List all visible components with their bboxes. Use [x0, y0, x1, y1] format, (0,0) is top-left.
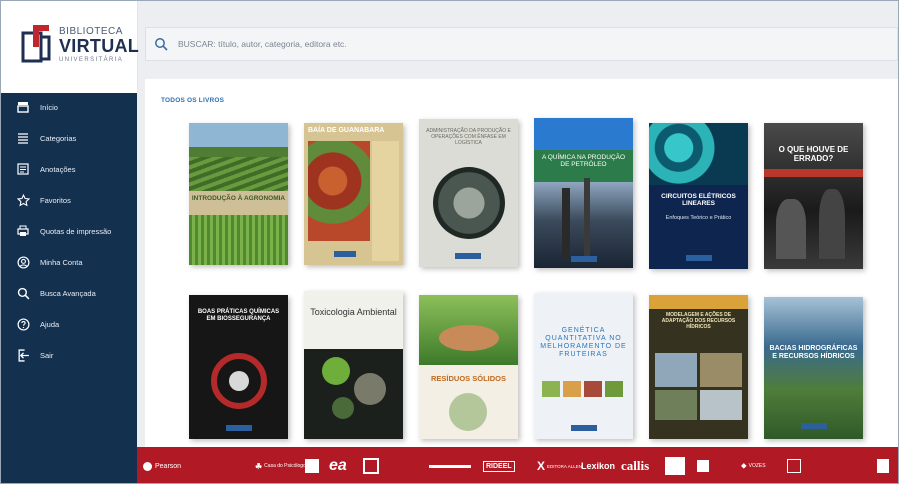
- logo-main-text: VIRTUAL: [59, 36, 140, 56]
- book-cover-1[interactable]: INTRODUÇÃO À AGRONOMIA: [189, 123, 288, 265]
- sidebar-item-quotas[interactable]: Quotas de impressão: [1, 217, 137, 245]
- publisher-name: VOZES: [748, 463, 766, 469]
- help-icon: [16, 317, 30, 331]
- book-cover-6[interactable]: O QUE HOUVE DE ERRADO?: [764, 123, 863, 269]
- notes-icon: [16, 162, 30, 176]
- book-title: RESÍDUOS SÓLIDOS: [430, 374, 506, 383]
- library-logo-icon: [21, 25, 51, 63]
- search-bar[interactable]: [145, 27, 898, 61]
- sidebar-item-label: Início: [40, 102, 58, 112]
- sidebar-item-categorias[interactable]: Categorias: [1, 124, 137, 152]
- publisher-logo[interactable]: callis: [621, 447, 650, 483]
- star-icon: [16, 193, 30, 207]
- list-icon: [16, 131, 30, 145]
- search-icon: [155, 38, 168, 51]
- sidebar-item-label: Busca Avançada: [40, 288, 96, 298]
- book-title: BAÍA DE GUANABARA: [308, 127, 385, 134]
- book-cover-12[interactable]: BACIAS HIDROGRÁFICAS E RECURSOS HÍDRICOS: [764, 297, 863, 439]
- sidebar-item-label: Categorias: [40, 133, 77, 143]
- publisher-name: RIDEEL: [483, 460, 515, 472]
- publisher-logo[interactable]: ea: [329, 447, 347, 483]
- publisher-logo[interactable]: X EDITORA ALLEN: [537, 447, 582, 483]
- book-title: BOAS PRÁTICAS QUÍMICAS EM BIOSSEGURANÇA: [197, 309, 280, 322]
- sidebar-item-inicio[interactable]: Início: [1, 93, 137, 121]
- logo-area[interactable]: BIBLIOTECA VIRTUAL UNIVERSITÁRIA: [1, 1, 140, 93]
- home-icon: [16, 100, 30, 114]
- sidebar-item-label: Sair: [40, 350, 54, 360]
- sidebar-item-anotacoes[interactable]: Anotações: [1, 155, 137, 183]
- publishers-footer: Pearson ☘ Casa do Psicólogo ea RIDEEL X …: [137, 447, 898, 483]
- publisher-logo[interactable]: [787, 447, 801, 483]
- sidebar-item-favoritos[interactable]: Favoritos: [1, 186, 137, 214]
- book-title: ADMINISTRAÇÃO DA PRODUÇÃO E OPERAÇÕES CO…: [426, 128, 511, 146]
- publisher-logo[interactable]: Lexikon: [581, 447, 616, 483]
- sidebar-item-label: Quotas de impressão: [40, 226, 112, 236]
- book-subtitle: Enfoques Teórico e Prático: [665, 215, 732, 221]
- publisher-logo[interactable]: ⬥ VOZES: [741, 447, 766, 483]
- sidebar-item-label: Favoritos: [40, 195, 71, 205]
- publisher-logo[interactable]: [877, 447, 889, 483]
- book-title: GENÉTICA QUANTITATIVA NO MELHORAMENTO DE…: [540, 327, 627, 359]
- search-icon: [16, 286, 30, 300]
- sidebar-item-sair[interactable]: Sair: [1, 341, 137, 369]
- sidebar-item-minha-conta[interactable]: Minha Conta: [1, 248, 137, 276]
- book-catalog-panel: TODOS OS LIVROS INTRODUÇÃO À AGRONOMIA B…: [145, 79, 898, 449]
- book-cover-3[interactable]: ADMINISTRAÇÃO DA PRODUÇÃO E OPERAÇÕES CO…: [419, 119, 518, 267]
- book-title: MODELAGEM E AÇÕES DE ADAPTAÇÃO DOS RECUR…: [661, 312, 736, 330]
- publisher-logo[interactable]: Pearson: [143, 447, 182, 483]
- book-cover-10[interactable]: GENÉTICA QUANTITATIVA NO MELHORAMENTO DE…: [534, 293, 633, 439]
- sidebar: Início Categorias Anotações Favoritos Qu…: [1, 93, 137, 483]
- publisher-logo[interactable]: [697, 447, 709, 483]
- user-icon: [16, 255, 30, 269]
- publisher-logo[interactable]: ☘ Casa do Psicólogo: [255, 447, 306, 483]
- book-cover-11[interactable]: MODELAGEM E AÇÕES DE ADAPTAÇÃO DOS RECUR…: [649, 295, 748, 439]
- book-title: O QUE HOUVE DE ERRADO?: [778, 145, 849, 164]
- book-title: BACIAS HIDROGRÁFICAS E RECURSOS HÍDRICOS: [769, 345, 858, 361]
- search-input[interactable]: [176, 38, 780, 50]
- publisher-name: EDITORA ALLEN: [547, 463, 582, 469]
- publisher-logo[interactable]: [305, 447, 319, 483]
- printer-icon: [16, 224, 30, 238]
- book-title: INTRODUÇÃO À AGRONOMIA: [191, 195, 286, 202]
- book-cover-5[interactable]: CIRCUITOS ELÉTRICOS LINEARES Enfoques Te…: [649, 123, 748, 269]
- sidebar-item-label: Anotações: [40, 164, 76, 174]
- sidebar-item-label: Ajuda: [40, 319, 60, 329]
- book-cover-7[interactable]: BOAS PRÁTICAS QUÍMICAS EM BIOSSEGURANÇA: [189, 295, 288, 439]
- book-cover-9[interactable]: RESÍDUOS SÓLIDOS: [419, 295, 518, 439]
- sidebar-item-ajuda[interactable]: Ajuda: [1, 310, 137, 338]
- book-title: CIRCUITOS ELÉTRICOS LINEARES: [661, 193, 736, 208]
- publisher-name: Casa do Psicólogo: [264, 463, 306, 469]
- publisher-name: Pearson: [155, 462, 182, 470]
- book-title: Toxicologia Ambiental: [310, 307, 397, 317]
- section-title: TODOS OS LIVROS: [161, 97, 225, 104]
- book-cover-4[interactable]: A QUÍMICA NA PRODUÇÃO DE PETRÓLEO: [534, 118, 633, 268]
- logo-sub-text: UNIVERSITÁRIA: [59, 57, 124, 63]
- publisher-name: callis: [621, 458, 650, 473]
- logout-icon: [16, 348, 30, 362]
- app-window: BIBLIOTECA VIRTUAL UNIVERSITÁRIA Início …: [0, 0, 899, 484]
- sidebar-item-label: Minha Conta: [40, 257, 83, 267]
- sidebar-item-busca-avancada[interactable]: Busca Avançada: [1, 279, 137, 307]
- publisher-logo[interactable]: [429, 447, 471, 483]
- book-title: A QUÍMICA NA PRODUÇÃO DE PETRÓLEO: [541, 154, 626, 169]
- publisher-name: Lexikon: [581, 461, 616, 471]
- publisher-logo[interactable]: RIDEEL: [483, 447, 515, 483]
- publisher-logo[interactable]: [665, 447, 685, 483]
- book-cover-2[interactable]: BAÍA DE GUANABARA: [304, 123, 403, 265]
- publisher-logo[interactable]: [363, 447, 379, 483]
- book-cover-8[interactable]: Toxicologia Ambiental: [304, 291, 403, 439]
